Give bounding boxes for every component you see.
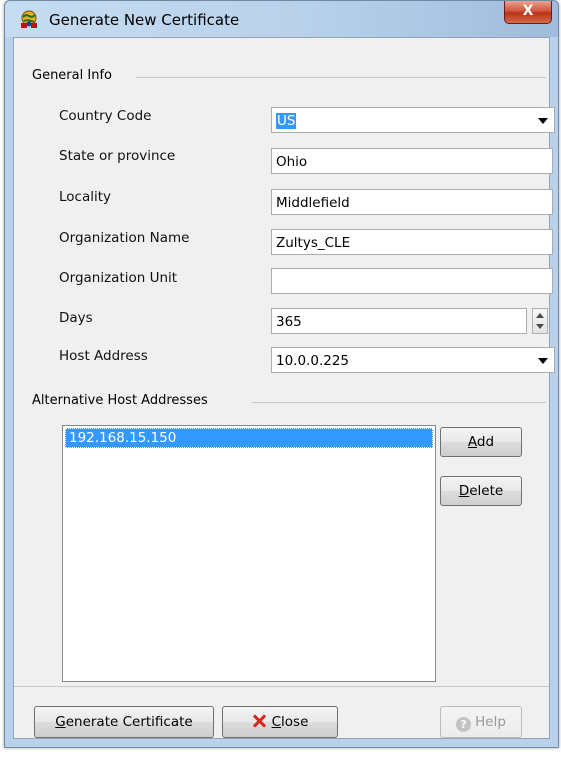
- help-button[interactable]: ? Help: [440, 706, 522, 738]
- org-unit-field[interactable]: [271, 268, 553, 294]
- window-close-button[interactable]: X: [504, 1, 552, 24]
- generate-certificate-button[interactable]: Generate Certificate: [34, 706, 214, 738]
- close-mnemonic: C: [271, 714, 282, 730]
- delete-mnemonic: D: [458, 483, 470, 499]
- close-x-icon: [252, 714, 266, 728]
- spin-up-arrow-icon[interactable]: [536, 313, 544, 318]
- help-label: Help: [475, 714, 506, 730]
- days-label: Days: [59, 310, 93, 326]
- chevron-down-icon: [538, 358, 548, 364]
- spin-down-arrow-icon[interactable]: [536, 324, 544, 329]
- locality-field[interactable]: Middlefield: [271, 189, 553, 215]
- days-field[interactable]: 365: [271, 308, 527, 334]
- general-info-group-label: General Info: [32, 68, 112, 83]
- host-address-value: 10.0.0.225: [276, 353, 349, 369]
- org-name-field[interactable]: Zultys_CLE: [271, 229, 553, 255]
- host-address-label: Host Address: [59, 348, 148, 364]
- org-unit-label: Organization Unit: [59, 270, 178, 286]
- certificate-globe-icon: [21, 10, 37, 28]
- general-info-separator: [136, 77, 546, 78]
- country-code-label: Country Code: [59, 108, 152, 124]
- dialog-body: General Info Country Code US State or pr…: [13, 37, 555, 739]
- dialog-window: Generate New Certificate X General Info …: [4, 0, 559, 748]
- add-button[interactable]: Add: [440, 427, 522, 457]
- close-button[interactable]: Close: [222, 706, 338, 738]
- host-address-dropdown[interactable]: 10.0.0.225: [271, 347, 555, 373]
- alt-hosts-separator: [252, 402, 546, 403]
- list-item[interactable]: 192.168.15.150: [65, 428, 433, 448]
- help-icon: ?: [456, 717, 472, 732]
- close-label: lose: [281, 714, 309, 730]
- generate-mnemonic: G: [55, 714, 66, 730]
- footer-separator: [14, 686, 549, 687]
- org-name-label: Organization Name: [59, 230, 190, 246]
- days-spinner[interactable]: [532, 308, 548, 334]
- locality-label: Locality: [59, 189, 112, 205]
- chevron-down-icon: [538, 118, 548, 124]
- close-x-glyph: X: [522, 3, 534, 19]
- generate-label: enerate Certificate: [65, 714, 193, 730]
- add-label: dd: [476, 434, 495, 450]
- country-code-dropdown[interactable]: US: [271, 107, 555, 133]
- alt-hosts-group-label: Alternative Host Addresses: [32, 393, 208, 408]
- delete-label: elete: [469, 483, 504, 499]
- delete-button[interactable]: Delete: [440, 476, 522, 506]
- state-field[interactable]: Ohio: [271, 148, 553, 174]
- window-title: Generate New Certificate: [49, 11, 240, 29]
- country-code-value: US: [276, 113, 297, 129]
- add-mnemonic: A: [467, 434, 477, 450]
- state-label: State or province: [59, 148, 176, 164]
- alt-hosts-list[interactable]: 192.168.15.150: [62, 425, 436, 682]
- title-bar[interactable]: Generate New Certificate X: [5, 1, 558, 37]
